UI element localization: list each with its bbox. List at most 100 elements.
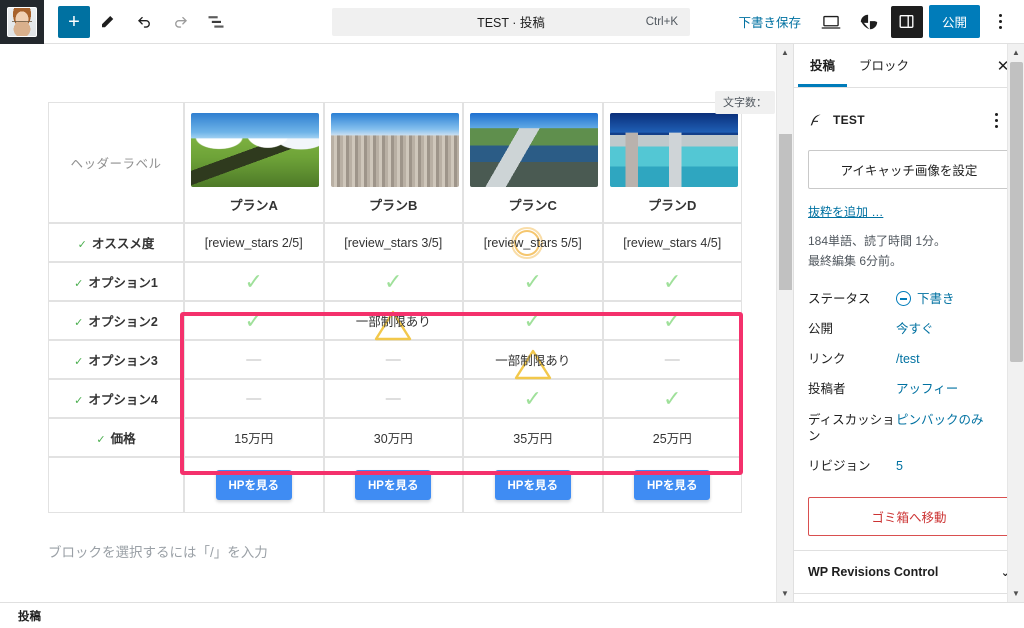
table-cell[interactable]: — (184, 379, 324, 418)
post-meta-rows: ステータス 下書き 公開 今すぐ リンク /test 投稿者 アッフィー ディス… (808, 284, 1010, 482)
wordpress-editor-window: + TEST · 投稿 Ctrl+K 下書き保存 公開 文字数： ヘッダーラベル… (0, 0, 1024, 628)
table-cell[interactable]: ✓ (463, 262, 603, 301)
row-label[interactable]: ✓ オススメ度 (48, 223, 184, 262)
scroll-down-arrow-icon[interactable]: ▼ (1008, 585, 1024, 602)
cell-text: [review_stars 2/5] (204, 235, 303, 250)
meta-row-revisions: リビジョン 5 (808, 451, 1010, 481)
table-cell[interactable]: [review_stars 2/5] (184, 223, 324, 262)
plan-header-cell[interactable]: プランB (323, 102, 463, 223)
publish-button[interactable]: 公開 (928, 5, 980, 38)
tab-post[interactable]: 投稿 (798, 44, 847, 87)
add-excerpt-link[interactable]: 抜粋を追加 … (808, 203, 883, 220)
meta-value[interactable]: 下書き (896, 291, 955, 307)
table-cell[interactable]: 30万円 (323, 418, 463, 457)
checkmark-icon: ✓ (663, 307, 682, 333)
avatar[interactable] (0, 0, 44, 44)
post-options-icon[interactable] (982, 104, 1010, 136)
table-cell[interactable]: — (323, 340, 463, 379)
table-cell[interactable]: HPを見る (184, 457, 324, 513)
check-icon: ✓ (77, 239, 87, 251)
post-stats: 184単語、読了時間 1分。 最終編集 6分前。 (808, 232, 1010, 272)
meta-value[interactable]: 今すぐ (896, 321, 934, 337)
table-cell[interactable]: 一部制限あり (323, 301, 463, 341)
header-label-cell[interactable]: ヘッダーラベル (48, 102, 184, 223)
cell-text: 一部制限あり (355, 315, 431, 329)
table-cell[interactable]: [review_stars 4/5] (602, 223, 742, 262)
document-title-bar[interactable]: TEST · 投稿 Ctrl+K (332, 7, 690, 36)
empty-label-cell[interactable] (48, 457, 184, 513)
meta-value[interactable]: アッフィー (896, 381, 958, 397)
table-cell[interactable]: — (602, 340, 742, 379)
row-label[interactable]: ✓ オプション4 (48, 379, 184, 418)
save-draft-button[interactable]: 下書き保存 (730, 8, 809, 35)
table-cell[interactable]: 一部制限あり (463, 340, 603, 380)
scroll-up-arrow-icon[interactable]: ▲ (1008, 44, 1024, 61)
check-icon: ✓ (74, 356, 84, 368)
meta-row-author: 投稿者 アッフィー (808, 374, 1010, 404)
table-cell[interactable]: 35万円 (463, 418, 603, 457)
undo-icon[interactable] (128, 6, 160, 38)
tab-block[interactable]: ブロック (847, 44, 921, 87)
view-site-button[interactable]: HPを見る (355, 470, 432, 500)
preview-icon[interactable] (815, 6, 847, 38)
sidebar-scrollbar-thumb[interactable] (1010, 62, 1023, 362)
cell-text: [review_stars 4/5] (623, 235, 722, 250)
add-block-button[interactable]: + (58, 5, 90, 38)
meta-value[interactable]: /test (896, 351, 920, 367)
jetpack-icon[interactable] (853, 6, 885, 38)
table-cell[interactable]: ✓ (463, 301, 603, 340)
cell-text: [review_stars 5/5] (483, 235, 582, 250)
table-cell[interactable]: [review_stars 3/5] (323, 223, 463, 262)
panel-wp-revisions-control[interactable]: WP Revisions Control ⌄ (794, 550, 1024, 593)
list-view-icon[interactable] (200, 6, 232, 38)
sidebar-scrollbar[interactable]: ▲ ▼ (1007, 44, 1024, 602)
table-cell[interactable]: ✓ (184, 262, 324, 301)
meta-value[interactable]: 5 (896, 458, 903, 474)
table-cell[interactable]: HPを見る (602, 457, 742, 513)
sidebar-toggle-icon[interactable] (890, 5, 923, 38)
view-site-button[interactable]: HPを見る (494, 470, 571, 500)
row-label[interactable]: ✓ 価格 (48, 418, 184, 457)
row-label[interactable]: ✓ オプション1 (48, 262, 184, 301)
scroll-down-arrow-icon[interactable]: ▼ (777, 585, 793, 602)
table-cell[interactable]: 25万円 (602, 418, 742, 457)
table-cell[interactable]: — (184, 340, 324, 379)
block-placeholder[interactable]: ブロックを選択するには「/」を入力 (48, 541, 753, 561)
redo-icon[interactable] (164, 6, 196, 38)
more-options-icon[interactable] (986, 6, 1014, 38)
table-cell[interactable]: ✓ (463, 379, 603, 418)
editor-scrollbar-thumb[interactable] (779, 134, 792, 290)
table-cell[interactable]: HPを見る (323, 457, 463, 513)
checkmark-icon: ✓ (244, 268, 263, 294)
table-cell[interactable]: — (323, 379, 463, 418)
table-row: ✓ オススメ度 [review_stars 2/5] [review_stars … (48, 223, 742, 262)
row-label[interactable]: ✓ オプション3 (48, 340, 184, 379)
table-cell[interactable]: ✓ (184, 301, 324, 340)
table-cell[interactable]: ✓ (602, 301, 742, 340)
table-cell[interactable]: ✓ (323, 262, 463, 301)
table-cell[interactable]: [review_stars 5/5] (463, 223, 603, 262)
cell-text: 30万円 (373, 432, 413, 446)
table-cell[interactable]: ✓ (602, 379, 742, 418)
view-site-button[interactable]: HPを見る (634, 470, 711, 500)
editor-scrollbar[interactable]: ▲ ▼ (776, 44, 793, 602)
post-canvas[interactable]: ヘッダーラベル プランA プランB プランC プランD ✓ オススメ度 [rev… (0, 44, 793, 602)
status-bar: 投稿 (0, 602, 1024, 628)
plan-header-cell[interactable]: プランA (184, 102, 324, 223)
view-site-button[interactable]: HPを見る (215, 470, 292, 500)
scroll-up-arrow-icon[interactable]: ▲ (777, 44, 793, 61)
pencil-icon[interactable] (92, 6, 124, 38)
meta-value[interactable]: ピンバックのみ (896, 412, 984, 428)
set-featured-image-button[interactable]: アイキャッチ画像を設定 (808, 150, 1010, 189)
row-label[interactable]: ✓ オプション2 (48, 301, 184, 340)
move-to-trash-button[interactable]: ゴミ箱へ移動 (808, 497, 1010, 537)
table-cell[interactable]: ✓ (602, 262, 742, 301)
sidebar-tabs: 投稿 ブロック ✕ (794, 44, 1024, 88)
panel-categories[interactable]: カテゴリー ⌃ (794, 593, 1024, 602)
row-label-text: オプション4 (88, 393, 158, 407)
table-cell[interactable]: 15万円 (184, 418, 324, 457)
comparison-table[interactable]: ヘッダーラベル プランA プランB プランC プランD ✓ オススメ度 [rev… (48, 102, 742, 513)
table-cell[interactable]: HPを見る (463, 457, 603, 513)
plan-header-cell[interactable]: プランD (602, 102, 742, 223)
plan-header-cell[interactable]: プランC (463, 102, 603, 223)
